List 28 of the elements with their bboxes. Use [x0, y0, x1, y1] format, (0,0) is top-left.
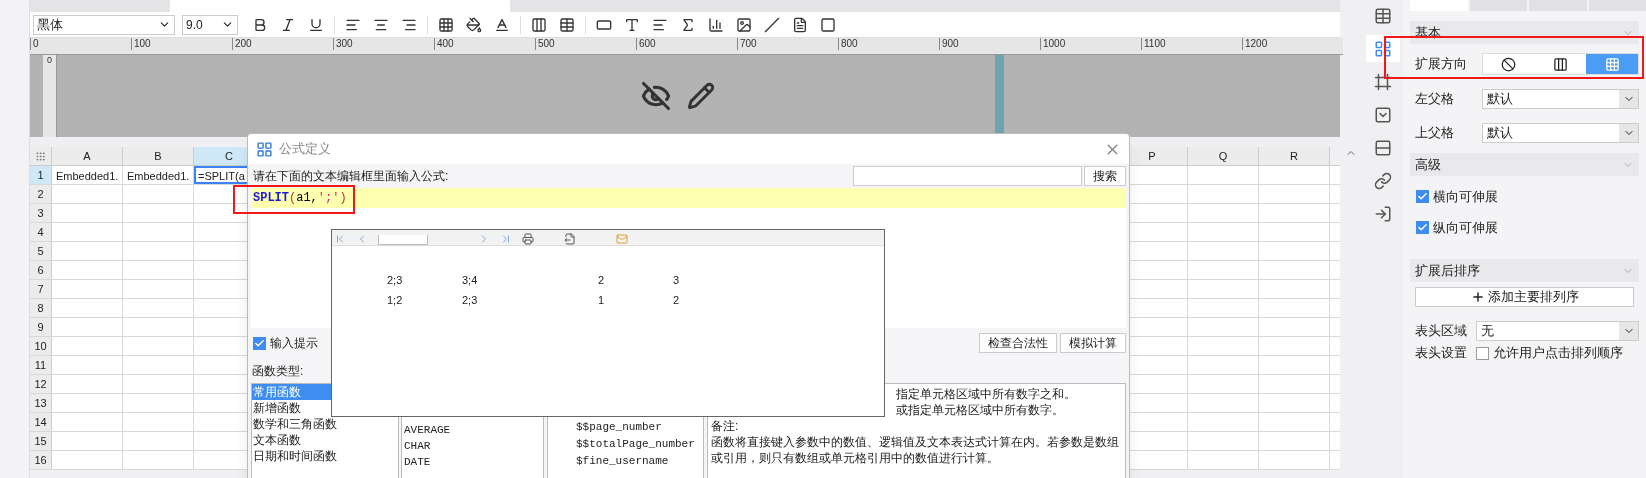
function-type-label: 函数类型: [252, 363, 305, 380]
report-cell-text: 2 [598, 273, 605, 288]
description-text: 或指定单元格区域中所有数字。 [896, 402, 1065, 418]
vertical-ruler: 0 [43, 55, 57, 137]
note-label: 备注: [711, 418, 740, 434]
dialog-title: 公式定义 [279, 140, 331, 159]
checkbox-label: 横向可伸展 [1433, 188, 1498, 206]
formula-text: SPLIT(a1,';') [253, 190, 347, 207]
input-hint-label: 输入提示 [270, 335, 318, 352]
report-cell-text: 3 [673, 273, 680, 288]
report-cell-text: 1;2 [387, 293, 403, 308]
report-cell-text: 1 [598, 293, 605, 308]
report-cell-text: 2;3 [462, 293, 478, 308]
checkbox-label: 允许用户点击排列顺序 [1493, 344, 1623, 363]
report-cell-text: 2;3 [387, 273, 403, 288]
horizontal-ruler: 0 100 200 300 400 500 600 700 800 900 1000 1100 1200 [30, 38, 1343, 55]
report-cell-text: 2 [673, 293, 680, 308]
field-label: 扩展方向 [1414, 55, 1468, 74]
note-text: 函数将直接键入参数中的数值、逻辑值及文本表达式计算在内。若参数是数组或引用，则只有数组或单元格引用中的数值进行计算。 [711, 434, 1120, 466]
field-label: 左父格 [1414, 90, 1455, 109]
field-label: 上父格 [1414, 124, 1455, 143]
description-text: 指定单元格区域中所有数字之和。 [896, 386, 1077, 402]
field-label: 表头设置 [1414, 344, 1468, 363]
report-cell-text: 3;4 [462, 273, 478, 288]
table-cell-text: Embedded1. [126, 169, 191, 184]
table-cell-text: Embedded1. [55, 169, 120, 184]
field-label: 表头区域 [1414, 322, 1468, 341]
checkbox-label: 纵向可伸展 [1433, 218, 1498, 237]
